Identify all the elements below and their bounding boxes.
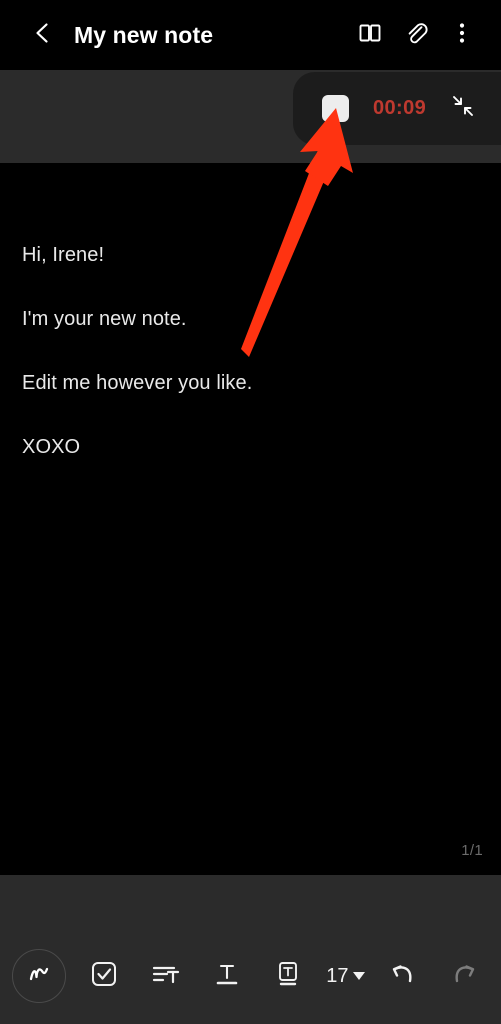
handwriting-button[interactable] (12, 949, 66, 1003)
back-button[interactable] (20, 12, 66, 58)
page-title: My new note (74, 21, 214, 48)
font-size-button[interactable]: 17 (326, 949, 365, 1003)
redo-arrow-icon (448, 959, 480, 994)
note-text[interactable]: Hi, Irene! I'm your new note. Edit me ho… (0, 163, 501, 459)
overflow-menu-button[interactable] (439, 12, 485, 58)
recording-timer: 00:09 (373, 97, 427, 119)
pen-scribble-icon (23, 958, 55, 995)
recording-stop-button[interactable] (322, 95, 349, 122)
note-line: XOXO (22, 436, 81, 458)
attachment-button[interactable] (393, 12, 439, 58)
recording-band: 00:09 (0, 70, 501, 163)
chevron-left-icon (30, 20, 56, 51)
text-box-button[interactable] (265, 949, 311, 1003)
note-line: Edit me however you like. (22, 372, 253, 394)
note-editor-screen: My new note 00:09 Hi, Irene! I'm your ne… (0, 0, 501, 1024)
text-align-icon (150, 959, 182, 994)
boxed-t-icon (273, 959, 303, 994)
checklist-button[interactable] (81, 949, 127, 1003)
font-size-value: 17 (326, 964, 349, 987)
book-icon (357, 20, 383, 51)
redo-button[interactable] (441, 949, 487, 1003)
undo-arrow-icon (387, 959, 419, 994)
more-vertical-icon (449, 20, 475, 51)
page-indicator: 1/1 (461, 842, 483, 859)
collapse-recorder-button[interactable] (447, 93, 479, 125)
editor-toolbar: 17 (0, 875, 501, 1024)
collapse-arrows-icon (450, 93, 476, 124)
editor-toolbar-row: 17 (0, 928, 501, 1024)
paragraph-style-button[interactable] (143, 949, 189, 1003)
underline-t-icon (212, 959, 242, 994)
voice-recording-panel: 00:09 (293, 72, 501, 145)
note-content-area[interactable]: Hi, Irene! I'm your new note. Edit me ho… (0, 163, 501, 875)
chevron-down-icon (352, 972, 365, 980)
reading-mode-button[interactable] (347, 12, 393, 58)
undo-button[interactable] (380, 949, 426, 1003)
app-bar: My new note (0, 0, 501, 70)
text-format-button[interactable] (204, 949, 250, 1003)
app-bar-actions (347, 12, 501, 58)
note-line: I'm your new note. (22, 308, 187, 330)
note-line: Hi, Irene! (22, 244, 105, 266)
paperclip-icon (403, 20, 429, 51)
checkbox-icon (89, 959, 119, 994)
